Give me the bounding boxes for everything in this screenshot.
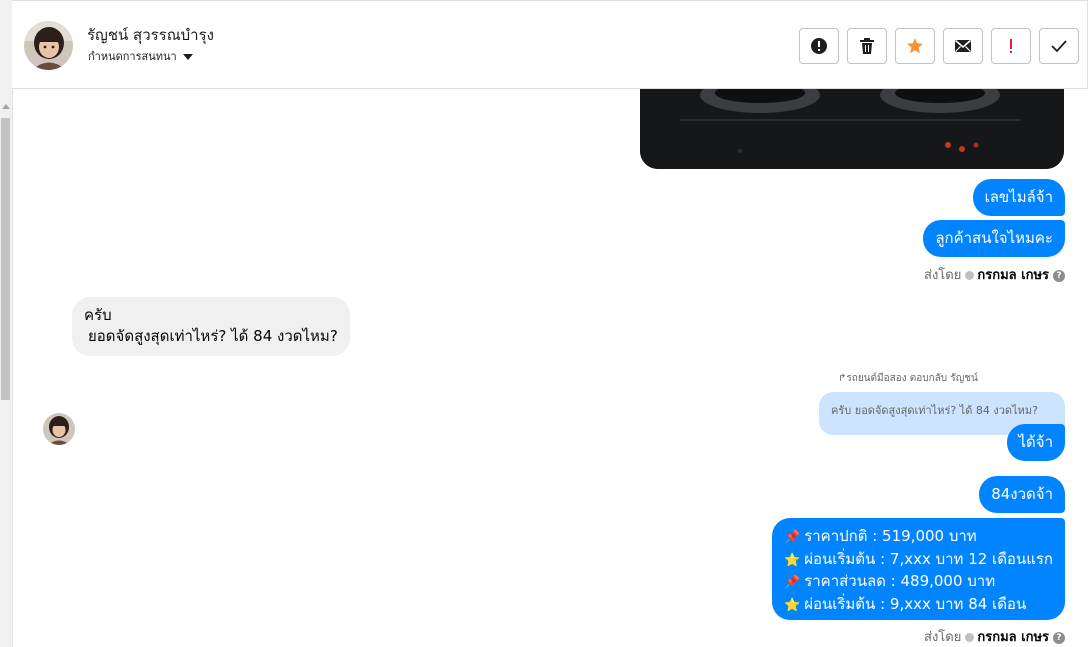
contact-avatar[interactable] xyxy=(24,21,73,70)
star-emoji-icon: ⭐ xyxy=(784,597,801,613)
pin-icon: 📌 xyxy=(784,530,801,545)
price-line: 📌 ราคาปกติ : 519,000 บาท xyxy=(784,526,1053,549)
caret-down-icon xyxy=(182,54,193,60)
sent-by-label: ส่งโดย xyxy=(924,268,962,283)
price-line: ⭐ ผ่อนเริ่มต้น : 9,xxx บาท 84 เดือน xyxy=(784,594,1053,617)
mark-done-button[interactable] xyxy=(1039,28,1079,64)
conversation-options-dropdown[interactable]: กำหนดการสนทนา xyxy=(88,47,193,65)
sent-by-line: ส่งโดย กรกมล เกษร? xyxy=(924,264,1065,285)
price-line-text: ราคาปกติ : 519,000 บาท xyxy=(804,527,977,545)
incoming-line: ครับ xyxy=(84,306,112,324)
conversation-options-label: กำหนดการสนทนา xyxy=(88,50,177,63)
spam-icon xyxy=(811,38,827,54)
help-icon[interactable]: ? xyxy=(1053,631,1065,644)
price-line-text: ผ่อนเริ่มต้น : 7,xxx บาท 12 เดือนแรก xyxy=(804,549,1053,568)
sender-name[interactable]: กรกมล เกษร xyxy=(977,630,1049,645)
check-icon xyxy=(1051,40,1067,53)
scroll-thumb[interactable] xyxy=(1,118,10,400)
incoming-line: ยอดจัดสูงสุดเท่าไหร่? ได้ 84 งวดไหม? xyxy=(88,327,338,345)
message-bubble-price-info[interactable]: 📌 ราคาปกติ : 519,000 บาท ⭐ ผ่อนเริ่มต้น : … xyxy=(772,518,1065,620)
sent-by-line: ส่งโดย กรกมล เกษร? xyxy=(924,626,1065,647)
delivered-check-icon xyxy=(965,633,975,642)
price-line-text: ราคาส่วนลด : 489,000 บาท xyxy=(804,572,996,590)
conversation-header: รัญชน์ สุวรรณบำรุง กำหนดการสนทนา xyxy=(12,0,1088,89)
delete-button[interactable] xyxy=(847,28,887,64)
message-bubble-incoming[interactable]: ครับ ยอดจัดสูงสุดเท่าไหร่? ได้ 84 งวดไหม… xyxy=(72,297,350,356)
scroll-up-arrow-icon[interactable] xyxy=(2,104,10,109)
message-bubble-outgoing[interactable]: 84งวดจ้า xyxy=(979,476,1065,513)
reply-label: ↱รถยนต์มือสอง ตอบกลับ รัญชน์ xyxy=(838,371,978,386)
contact-name[interactable]: รัญชน์ สุวรรณบำรุง xyxy=(87,23,214,47)
help-icon[interactable]: ? xyxy=(1053,269,1065,282)
contact-avatar-small[interactable] xyxy=(43,413,75,445)
odometer-photo xyxy=(640,89,1064,169)
reply-label-text: รถยนต์มือสอง ตอบกลับ รัญชน์ xyxy=(846,373,978,384)
mark-spam-button[interactable] xyxy=(799,28,839,64)
star-icon xyxy=(907,38,923,54)
sent-photo-attachment[interactable] xyxy=(640,89,1064,169)
sent-by-label: ส่งโดย xyxy=(924,630,962,645)
star-emoji-icon: ⭐ xyxy=(784,552,801,568)
message-thread[interactable]: เลขไมล์จ้า ลูกค้าสนใจไหมคะ ส่งโดยกรกมล เ… xyxy=(12,89,1089,647)
follow-up-button[interactable] xyxy=(991,28,1031,64)
message-bubble-outgoing[interactable]: ได้จ้า xyxy=(1006,424,1065,461)
price-line: 📌 ราคาส่วนลด : 489,000 บาท xyxy=(784,571,1053,594)
trash-icon xyxy=(860,38,874,54)
avatar-photo xyxy=(43,413,75,445)
mail-icon xyxy=(954,39,972,52)
star-button[interactable] xyxy=(895,28,935,64)
sender-name[interactable]: กรกมล เกษร xyxy=(977,268,1049,283)
message-bubble-outgoing[interactable]: เลขไมล์จ้า xyxy=(972,179,1065,216)
price-line: ⭐ ผ่อนเริ่มต้น : 7,xxx บาท 12 เดือนแรก xyxy=(784,549,1053,572)
pin-icon: 📌 xyxy=(784,575,801,590)
avatar-photo xyxy=(24,21,73,70)
price-line-text: ผ่อนเริ่มต้น : 9,xxx บาท 84 เดือน xyxy=(804,594,1027,613)
message-bubble-outgoing[interactable]: ลูกค้าสนใจไหมคะ xyxy=(923,220,1065,257)
delivered-check-icon xyxy=(965,271,975,280)
conversation-toolbar xyxy=(799,28,1079,64)
exclamation-icon xyxy=(1010,39,1012,53)
mark-unread-button[interactable] xyxy=(943,28,983,64)
